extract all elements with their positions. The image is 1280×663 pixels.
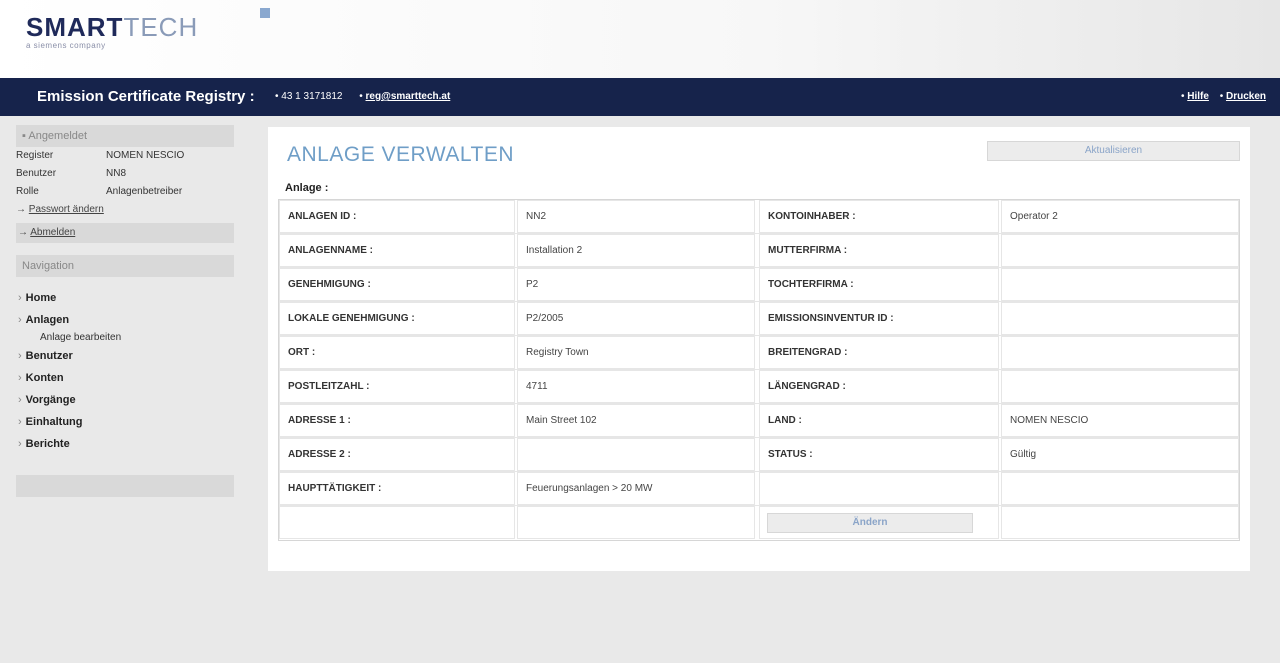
change-button[interactable]: Ändern bbox=[767, 512, 973, 533]
change-password-item: → Passwort ändern bbox=[16, 201, 234, 219]
chevron-right-icon: › bbox=[18, 372, 22, 384]
field-label: ADRESSE 2 : bbox=[279, 438, 515, 471]
logout-item: → Abmelden bbox=[16, 223, 234, 243]
email-link[interactable]: reg@smarttech.at bbox=[366, 91, 451, 102]
empty-cell bbox=[1001, 506, 1239, 539]
print-link[interactable]: Drucken bbox=[1226, 91, 1266, 102]
field-label: LOKALE GENEHMIGUNG : bbox=[279, 302, 515, 335]
field-label bbox=[759, 472, 999, 505]
chevron-right-icon: › bbox=[18, 394, 22, 406]
field-value: P2/2005 bbox=[517, 302, 755, 335]
table-row: ANLAGEN ID : NN2 KONTOINHABER : Operator… bbox=[279, 200, 1239, 234]
field-value: Registry Town bbox=[517, 336, 755, 369]
field-label: MUTTERFIRMA : bbox=[759, 234, 999, 267]
nav-item-vorgaenge[interactable]: › Vorgänge bbox=[16, 389, 234, 411]
empty-cell bbox=[517, 506, 755, 539]
field-value: 4711 bbox=[517, 370, 755, 403]
nav-item-konten[interactable]: › Konten bbox=[16, 367, 234, 389]
phone-number: • 43 1 3171812 bbox=[275, 91, 343, 102]
field-value: NN2 bbox=[517, 200, 755, 233]
chevron-right-icon: › bbox=[18, 314, 22, 326]
field-value: Installation 2 bbox=[517, 234, 755, 267]
lock-icon: ▪ bbox=[22, 130, 26, 142]
field-label: HAUPTTÄTIGKEIT : bbox=[279, 472, 515, 505]
change-password-link[interactable]: Passwort ändern bbox=[29, 204, 104, 215]
refresh-button[interactable]: Aktualisieren bbox=[987, 141, 1240, 161]
logo-tech-text: TECH bbox=[123, 12, 199, 42]
nav-subitem-anlage-bearbeiten[interactable]: Anlage bearbeiten bbox=[16, 331, 234, 345]
table-row: GENEHMIGUNG : P2 TOCHTERFIRMA : bbox=[279, 268, 1239, 302]
table-row: LOKALE GENEHMIGUNG : P2/2005 EMISSIONSIN… bbox=[279, 302, 1239, 336]
field-value: NOMEN NESCIO bbox=[1001, 404, 1239, 437]
field-value bbox=[1001, 234, 1239, 267]
field-label: BREITENGRAD : bbox=[759, 336, 999, 369]
top-links: • Hilfe • Drucken bbox=[1180, 91, 1266, 102]
top-bar: Emission Certificate Registry : • 43 1 3… bbox=[0, 78, 1280, 116]
logout-link[interactable]: Abmelden bbox=[30, 227, 75, 238]
chevron-right-icon: › bbox=[18, 292, 22, 304]
contact-info: • 43 1 3171812 • reg@smarttech.at bbox=[275, 91, 451, 102]
table-row: HAUPTTÄTIGKEIT : Feuerungsanlagen > 20 M… bbox=[279, 472, 1239, 506]
field-value bbox=[517, 438, 755, 471]
logged-in-header: ▪ Angemeldet bbox=[16, 125, 234, 147]
header: SMARTTECH a siemens company bbox=[0, 0, 1280, 78]
field-value: P2 bbox=[517, 268, 755, 301]
chevron-right-icon: › bbox=[18, 350, 22, 362]
field-label: ANLAGENNAME : bbox=[279, 234, 515, 267]
sidebar-footer-bar bbox=[16, 475, 234, 497]
field-value bbox=[1001, 472, 1239, 505]
field-value bbox=[1001, 302, 1239, 335]
table-row: ANLAGENNAME : Installation 2 MUTTERFIRMA… bbox=[279, 234, 1239, 268]
installation-details-grid: ANLAGEN ID : NN2 KONTOINHABER : Operator… bbox=[278, 199, 1240, 541]
empty-cell bbox=[279, 506, 515, 539]
chevron-right-icon: › bbox=[18, 416, 22, 428]
nav-item-einhaltung[interactable]: › Einhaltung bbox=[16, 411, 234, 433]
field-label: LAND : bbox=[759, 404, 999, 437]
table-row: Ändern bbox=[279, 506, 1239, 540]
field-label: STATUS : bbox=[759, 438, 999, 471]
field-label: ADRESSE 1 : bbox=[279, 404, 515, 437]
info-row-user: Benutzer NN8 bbox=[16, 168, 127, 179]
arrow-right-icon: → bbox=[16, 204, 26, 215]
field-value: Feuerungsanlagen > 20 MW bbox=[517, 472, 755, 505]
field-label: POSTLEITZAHL : bbox=[279, 370, 515, 403]
section-label: Anlage : bbox=[285, 182, 329, 194]
info-row-register: Register NOMEN NESCIO bbox=[16, 150, 185, 161]
field-label: TOCHTERFIRMA : bbox=[759, 268, 999, 301]
smarttech-logo: SMARTTECH a siemens company bbox=[26, 8, 270, 50]
chevron-right-icon: › bbox=[18, 438, 22, 450]
field-label: ANLAGEN ID : bbox=[279, 200, 515, 233]
field-label: ORT : bbox=[279, 336, 515, 369]
field-value bbox=[1001, 370, 1239, 403]
field-value bbox=[1001, 268, 1239, 301]
table-row: POSTLEITZAHL : 4711 LÄNGENGRAD : bbox=[279, 370, 1239, 404]
field-value: Gültig bbox=[1001, 438, 1239, 471]
field-value: Main Street 102 bbox=[517, 404, 755, 437]
field-value: Operator 2 bbox=[1001, 200, 1239, 233]
field-value bbox=[1001, 336, 1239, 369]
field-label: LÄNGENGRAD : bbox=[759, 370, 999, 403]
nav-item-anlagen[interactable]: › Anlagen bbox=[16, 309, 234, 331]
field-label: EMISSIONSINVENTUR ID : bbox=[759, 302, 999, 335]
nav-item-home[interactable]: › Home bbox=[16, 287, 234, 309]
nav-item-benutzer[interactable]: › Benutzer bbox=[16, 345, 234, 367]
page-title: ANLAGE VERWALTEN bbox=[287, 143, 515, 166]
field-label: KONTOINHABER : bbox=[759, 200, 999, 233]
navigation-header: Navigation bbox=[16, 255, 234, 277]
logo-tagline: a siemens company bbox=[26, 41, 106, 50]
info-row-role: Rolle Anlagenbetreiber bbox=[16, 186, 183, 197]
field-label: GENEHMIGUNG : bbox=[279, 268, 515, 301]
main-panel: ANLAGE VERWALTEN Aktualisieren Anlage : … bbox=[268, 127, 1250, 571]
sidebar: ▪ Angemeldet Register NOMEN NESCIO Benut… bbox=[16, 125, 234, 497]
table-row: ADRESSE 1 : Main Street 102 LAND : NOMEN… bbox=[279, 404, 1239, 438]
table-row: ADRESSE 2 : STATUS : Gültig bbox=[279, 438, 1239, 472]
help-link[interactable]: Hilfe bbox=[1187, 91, 1209, 102]
arrow-right-icon: → bbox=[18, 227, 28, 238]
table-row: ORT : Registry Town BREITENGRAD : bbox=[279, 336, 1239, 370]
change-button-cell: Ändern bbox=[759, 506, 999, 539]
app-title: Emission Certificate Registry : bbox=[37, 88, 255, 105]
logo-smart-text: SMART bbox=[26, 12, 124, 42]
nav-item-berichte[interactable]: › Berichte bbox=[16, 433, 234, 455]
logo-square-icon bbox=[260, 8, 270, 18]
